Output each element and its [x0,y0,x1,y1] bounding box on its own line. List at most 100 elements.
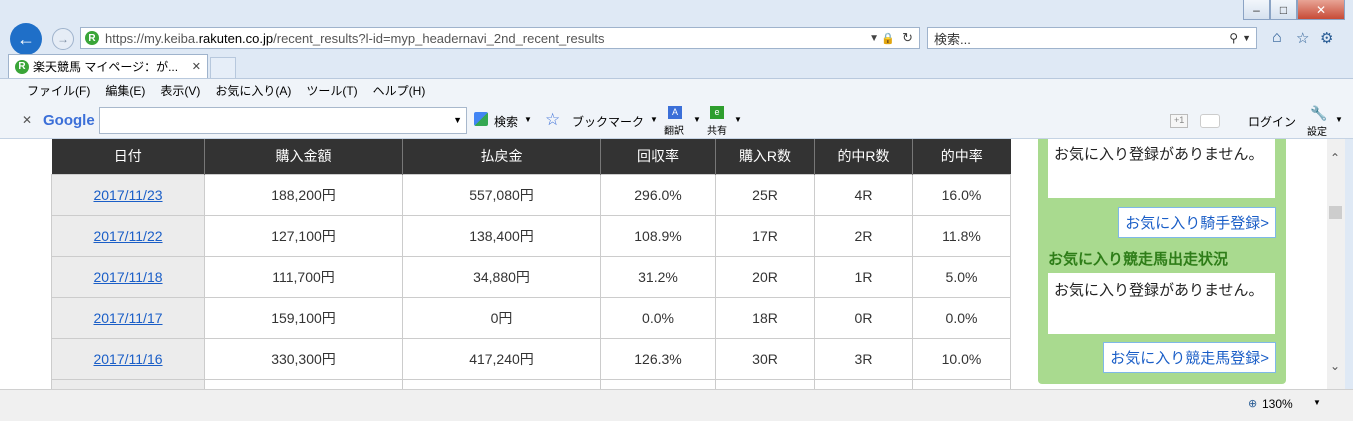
gear-icon[interactable]: ⚙ [1320,29,1333,47]
menu-edit[interactable]: 編集(E) [105,82,145,99]
vertical-scrollbar[interactable]: ⌃ ⌄ [1327,139,1345,389]
back-button[interactable]: ← [10,23,42,55]
bought-cell: 30R [715,337,815,380]
chevron-down-icon[interactable]: ▼ [1242,33,1251,43]
google-search-icon [474,112,488,126]
minimize-button[interactable]: – [1243,0,1270,20]
translate-button[interactable]: 翻訳 [664,122,684,137]
favorite-horse-heading: お気に入り競走馬出走状況 [1048,251,1229,268]
status-bar: ⊕ 130% ▼ [0,389,1353,421]
table-row: 2017/11/23 188,200円 557,080円 296.0% 25R … [51,173,1011,216]
date-cell: 2017/11/16 [51,337,205,380]
date-link[interactable]: 2017/11/16 [93,351,162,367]
menu-file[interactable]: ファイル(F) [27,82,90,99]
favorites-star-icon[interactable]: ☆ [1296,29,1309,47]
chevron-down-icon[interactable]: ▼ [524,115,532,124]
header-payout: 払戻金 [402,139,601,174]
register-favorite-horse-button[interactable]: お気に入り競走馬登録> [1103,342,1276,373]
search-placeholder: 検索... [934,31,971,47]
lock-icon: 🔒 [881,32,895,45]
zoom-level[interactable]: 130% [1262,397,1293,411]
scrollbar-thumb[interactable] [1329,206,1342,219]
close-window-button[interactable]: ✕ [1297,0,1345,20]
scroll-down-icon[interactable]: ⌄ [1330,359,1340,373]
chevron-down-icon[interactable]: ▼ [453,115,462,125]
close-icon: ✕ [1315,2,1327,17]
date-cell: 2017/11/23 [51,173,205,216]
date-link[interactable]: 2017/11/23 [93,187,162,203]
toolbar-close-icon[interactable]: ✕ [22,113,32,127]
hit-rate-cell: 10.0% [912,337,1011,380]
tab-rakuten-mypage[interactable]: R 楽天競馬 マイページ：が... ✕ [8,54,208,78]
recovery-cell: 126.3% [600,337,716,380]
refresh-icon[interactable]: ↻ [902,30,913,46]
tab-strip: R 楽天競馬 マイページ：が... ✕ [0,54,1353,78]
menu-tools[interactable]: ツール(T) [306,82,357,99]
new-tab-button[interactable] [210,57,236,78]
menu-bar: ファイル(F) 編集(E) 表示(V) お気に入り(A) ツール(T) ヘルプ(… [0,78,1353,102]
share-button[interactable]: 共有 [707,122,727,137]
tab-title: 楽天競馬 マイページ：が... [33,60,179,74]
window-titlebar: – □ ✕ [0,0,1353,22]
header-purchase: 購入金額 [204,139,403,174]
purchase-cell: 330,300円 [204,337,403,380]
scroll-up-icon[interactable]: ⌃ [1330,151,1340,165]
search-input[interactable]: 検索... ⚲ ▼ [927,27,1257,49]
chevron-down-icon[interactable]: ▼ [734,115,742,124]
chevron-down-icon[interactable]: ▼ [1335,115,1343,124]
tab-close-icon[interactable]: ✕ [192,60,201,73]
url-prefix: https://my.keiba. [105,30,199,46]
zoom-icon: ⊕ [1248,398,1258,410]
page-content: 日付 購入金額 払戻金 回収率 購入R数 的中R数 的中率 2017/11/23… [0,139,1327,389]
date-link[interactable]: 2017/11/22 [93,228,162,244]
menu-favorites[interactable]: お気に入り(A) [215,82,291,99]
hit-rate-cell: 0.0% [912,296,1011,339]
chevron-down-icon[interactable]: ▼ [1313,398,1321,407]
menu-help[interactable]: ヘルプ(H) [373,82,426,99]
date-link[interactable]: 2017/11/17 [93,310,162,326]
url-domain: rakuten.co.jp [198,30,274,46]
favorite-horse-empty-message: お気に入り登録がありません。 [1048,273,1275,334]
payout-cell: 0円 [402,296,601,339]
settings-button[interactable]: 設定 [1307,123,1327,138]
favorite-jockey-empty-message: お気に入り登録がありません。 [1048,139,1275,198]
hit-rate-cell: 5.0% [912,255,1011,298]
url-path: /recent_results?l-id=myp_headernavi_2nd_… [273,30,605,46]
hits-cell: 0R [814,296,913,339]
recent-results-table: 日付 購入金額 払戻金 回収率 購入R数 的中R数 的中率 2017/11/23… [51,139,1011,389]
tab-favicon-icon: R [15,59,29,74]
back-arrow-icon: ← [17,28,35,49]
payout-cell: 417,240円 [402,337,601,380]
table-row: 2017/11/17 159,100円 0円 0.0% 18R 0R 0.0% [51,296,1011,339]
hits-cell: 3R [814,337,913,380]
search-icon[interactable]: ⚲ [1229,31,1238,45]
table-row: 2017/11/18 111,700円 34,880円 31.2% 20R 1R… [51,255,1011,298]
header-date: 日付 [51,139,205,174]
translate-icon: A [668,106,682,119]
hits-cell: 1R [814,255,913,298]
maximize-button[interactable]: □ [1270,0,1297,20]
hit-rate-cell: 16.0% [912,173,1011,216]
forward-button[interactable]: → [52,28,74,50]
register-favorite-jockey-button[interactable]: お気に入り騎手登録> [1118,207,1276,238]
address-bar[interactable]: R https://my.keiba. rakuten.co.jp/recent_… [80,27,920,49]
google-logo: Google [43,112,95,129]
google-search-input[interactable]: ▼ [99,107,467,134]
minimize-icon: – [1253,2,1260,17]
bought-cell: 25R [715,173,815,216]
google-search-button[interactable]: 検索 [494,113,518,130]
chevron-down-icon[interactable]: ▼ [693,115,701,124]
bookmark-button[interactable]: ブックマーク [572,113,644,130]
purchase-cell: 159,100円 [204,296,403,339]
purchase-cell: 111,700円 [204,255,403,298]
date-link[interactable]: 2017/11/18 [93,269,162,285]
chevron-down-icon[interactable]: ▼ [650,115,658,124]
menu-view[interactable]: 表示(V) [160,82,200,99]
plus-one-button[interactable]: +1 [1170,114,1189,128]
home-icon[interactable]: ⌂ [1272,29,1282,47]
dropdown-arrow-icon[interactable]: ▼ [869,33,879,44]
bought-cell: 20R [715,255,815,298]
login-link[interactable]: ログイン [1248,113,1296,130]
google-toolbar: ✕ Google ▼ 検索 ▼ ☆ ブックマーク ▼ A 翻訳 ▼ e 共有 ▼… [0,102,1353,139]
recovery-cell: 31.2% [600,255,716,298]
